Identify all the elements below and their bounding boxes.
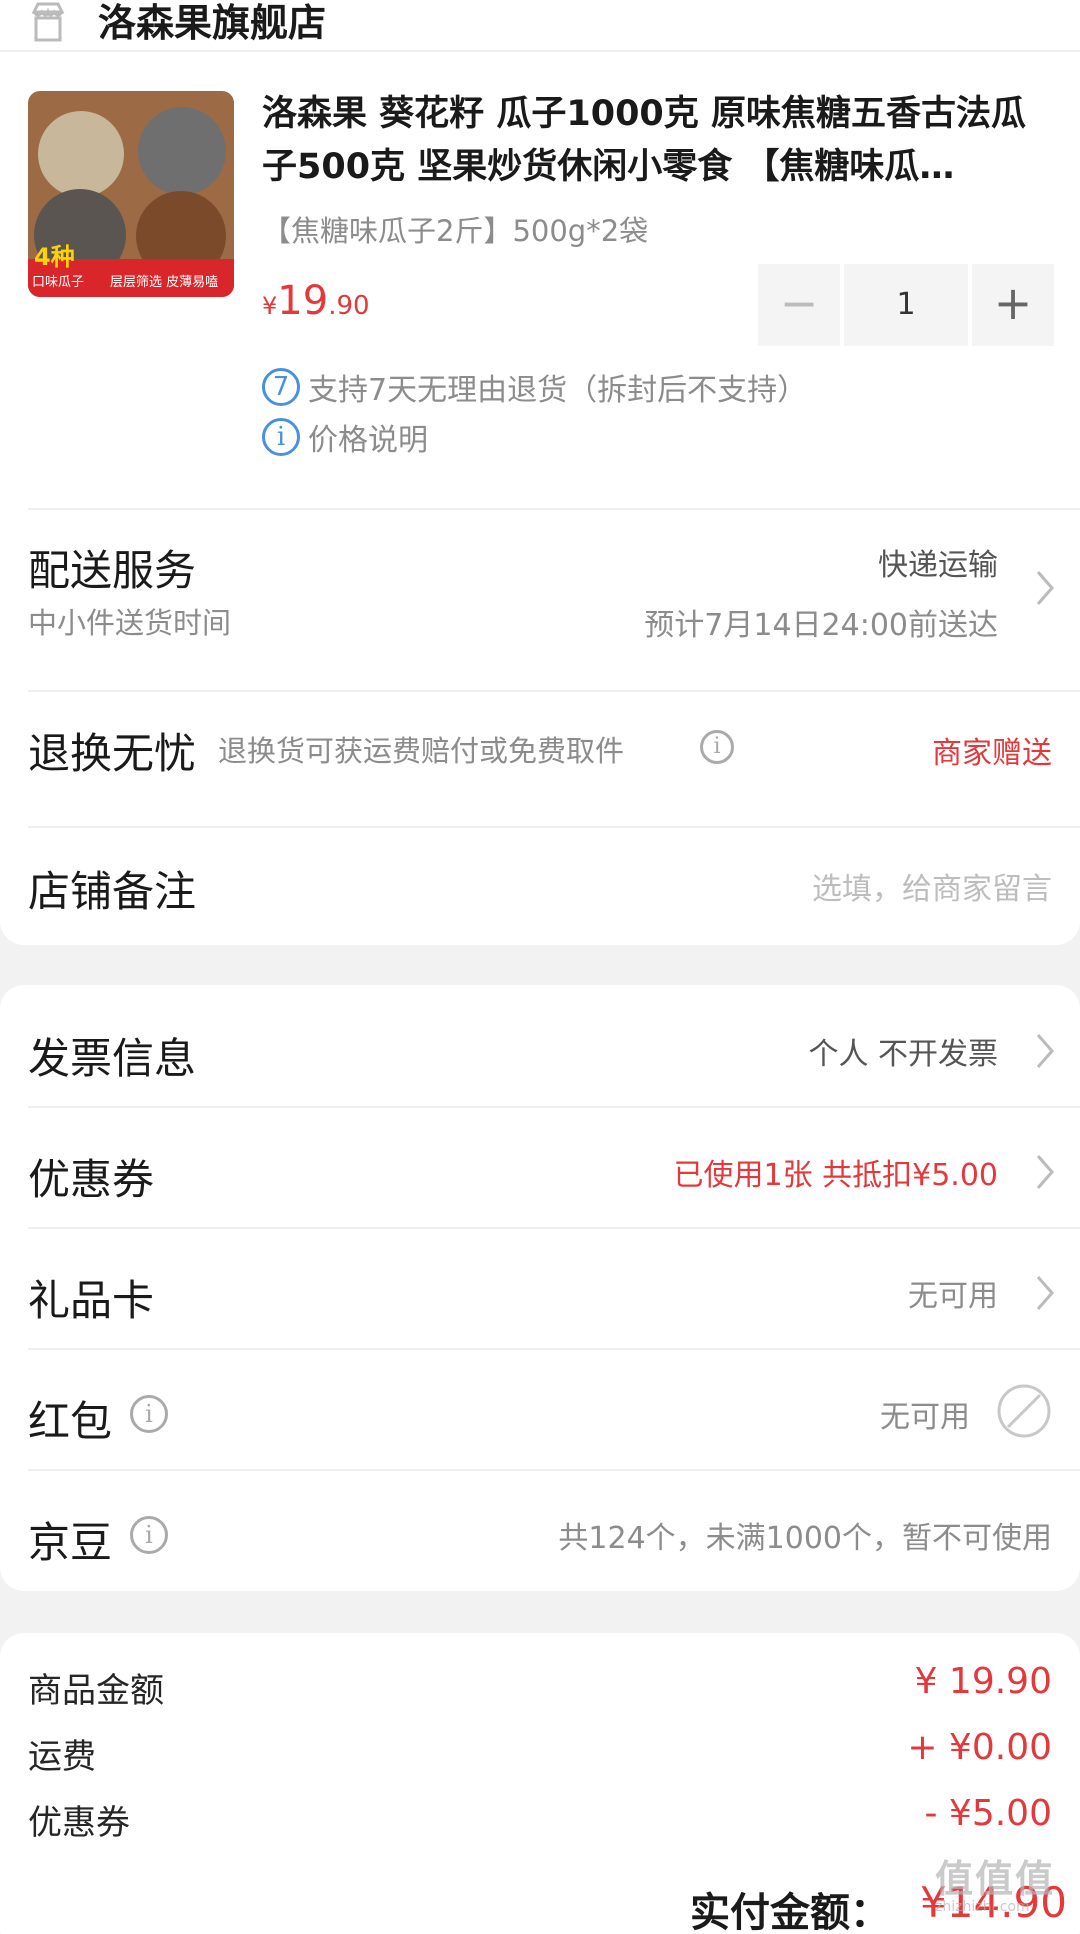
divider [28,1469,1080,1471]
price-integer: 19 [277,278,329,324]
coupon-value: 已使用1张 共抵扣¥5.00 [673,1158,998,1193]
thumb-tag-line2: 层层筛选 皮薄易嗑 [110,275,219,290]
product-thumbnail[interactable]: 4种 口味瓜子 层层筛选 皮薄易嗑 [28,91,234,297]
thumb-tag-big: 4种 [34,243,75,271]
increase-button[interactable]: + [972,264,1054,346]
chevron-right-icon [1036,1276,1054,1310]
coupon-title: 优惠券 [28,1155,155,1204]
chevron-right-icon [1036,571,1054,605]
info-icon[interactable]: i [700,730,734,764]
shipping-value: + ¥0.00 [907,1727,1052,1768]
delivery-title: 配送服务 [28,546,197,595]
store-note-input[interactable]: 选填，给商家留言 [812,864,1052,908]
goods-amount-value: ¥ 19.90 [914,1661,1052,1702]
product-title[interactable]: 洛森果 葵花籽 瓜子1000克 原味焦糖五香古法瓜子500克 坚果炒货休闲小零食… [262,88,1052,194]
invoice-value: 个人 不开发票 [808,1037,998,1072]
return-service-title: 退换无忧 [28,729,197,778]
order-card: 洛森果旗舰店 4种 口味瓜子 层层筛选 皮薄易嗑 洛森果 葵花籽 瓜子1000克… [0,0,1080,945]
product-price: ¥19.90 [262,278,370,324]
product-spec[interactable]: 【焦糖味瓜子2斤】500g*2袋 [262,208,648,250]
seven-day-icon: 7 [262,368,300,406]
divider [0,50,1080,52]
return-policy[interactable]: 7 支持7天无理由退货（拆封后不支持） [262,365,807,409]
jd-beans-title: 京豆 [28,1518,113,1567]
quantity-stepper: − 1 + [758,264,1054,346]
return-policy-text: 支持7天无理由退货（拆封后不支持） [308,373,808,408]
decrease-button[interactable]: − [758,264,840,346]
info-icon: i [262,418,300,456]
price-currency: ¥ [262,292,278,320]
return-service-value: 商家赠送 [932,736,1052,771]
coupon-deduct-value: - ¥5.00 [924,1793,1053,1834]
goods-amount-label: 商品金额 [28,1671,164,1711]
gift-card-value: 无可用 [908,1279,998,1314]
divider [28,1348,1080,1350]
store-header[interactable]: 洛森果旗舰店 [0,0,1080,52]
price-explanation-text: 价格说明 [308,423,428,458]
info-icon[interactable]: i [130,1516,168,1554]
divider [28,690,1080,692]
delivery-method: 快递运输 [878,548,998,583]
store-name[interactable]: 洛森果旗舰店 [98,0,326,47]
red-packet-value: 无可用 [880,1400,970,1435]
chevron-right-icon [1036,1155,1054,1189]
thumb-promo-tag: 4种 口味瓜子 层层筛选 皮薄易嗑 [28,243,234,297]
delivery-eta: 预计7月14日24:00前送达 [644,608,998,643]
watermark-sub: zhizhizhi.com [935,1899,1030,1915]
quantity-input[interactable]: 1 [844,264,968,346]
divider [28,826,1080,828]
store-note-title: 店铺备注 [28,867,197,916]
invoice-title: 发票信息 [28,1034,197,1083]
divider [28,1106,1080,1108]
shipping-label: 运费 [28,1737,96,1777]
jd-beans-value: 共124个，未满1000个，暂不可使用 [558,1521,1052,1556]
price-summary-card: 商品金额 ¥ 19.90 运费 + ¥0.00 优惠券 - ¥5.00 [0,1633,1080,1934]
red-packet-title: 红包 [28,1397,113,1446]
actual-pay-label: 实付金额： [690,1890,890,1934]
delivery-sub: 中小件送货时间 [28,606,232,640]
return-service-desc: 退换货可获运费赔付或免费取件 [218,734,625,768]
gift-card-title: 礼品卡 [28,1276,155,1325]
price-decimal: .90 [328,291,370,321]
thumb-tag-line1: 口味瓜子 [32,275,85,290]
watermark-text: 值值值 [935,1857,1056,1901]
divider [28,508,1080,510]
divider [28,1227,1080,1229]
disabled-icon [997,1384,1051,1438]
payment-options-card: 发票信息 个人 不开发票 优惠券 已使用1张 共抵扣¥5.00 礼品卡 无可用 … [0,985,1080,1591]
price-explanation[interactable]: i 价格说明 [262,415,428,459]
store-icon [31,2,65,42]
chevron-right-icon [1036,1034,1054,1068]
watermark-logo: 值值值 zhizhizhi.com [935,1848,1075,1915]
coupon-deduct-label: 优惠券 [28,1803,130,1843]
info-icon[interactable]: i [130,1395,168,1433]
